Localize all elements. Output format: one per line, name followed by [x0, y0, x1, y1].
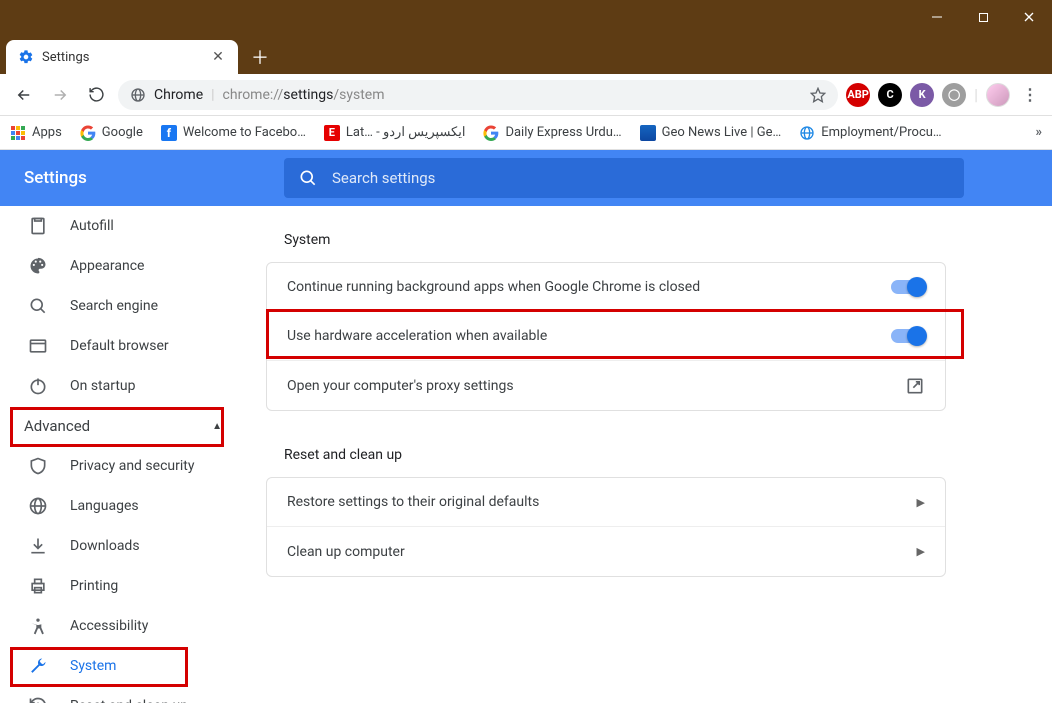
omnibox[interactable]: Chrome | chrome://settings/system: [118, 80, 838, 110]
row-cleanup-computer[interactable]: Clean up computer ▶: [267, 527, 945, 576]
express-favicon: E: [324, 125, 340, 141]
site-info-icon[interactable]: [130, 87, 146, 103]
settings-search[interactable]: [284, 158, 964, 198]
bookmark-daily-express[interactable]: Daily Express Urdu…: [483, 125, 621, 141]
sidebar-section-advanced[interactable]: Advanced ▲: [0, 406, 244, 446]
sidebar-item-languages[interactable]: Languages: [0, 486, 244, 526]
google-favicon: [483, 125, 499, 141]
url-host: Chrome: [154, 87, 203, 103]
minimize-button[interactable]: [914, 0, 960, 34]
chevron-up-icon: ▲: [212, 421, 222, 432]
row-background-apps[interactable]: Continue running background apps when Go…: [267, 263, 945, 312]
bookmark-employment[interactable]: Employment/Procu…: [799, 125, 941, 141]
reset-card: Restore settings to their original defau…: [266, 477, 946, 577]
sidebar-item-downloads[interactable]: Downloads: [0, 526, 244, 566]
extension-icon-4[interactable]: ◯: [942, 83, 966, 107]
settings-header: Settings: [0, 150, 1052, 206]
browser-toolbar: Chrome | chrome://settings/system ABP C …: [0, 74, 1052, 116]
wrench-icon: [28, 656, 48, 676]
row-restore-defaults[interactable]: Restore settings to their original defau…: [267, 478, 945, 527]
sidebar-item-system[interactable]: System: [0, 646, 244, 686]
chrome-menu-button[interactable]: ⋮: [1018, 83, 1042, 107]
tab-title: Settings: [42, 50, 89, 65]
sidebar-item-accessibility[interactable]: Accessibility: [0, 606, 244, 646]
accessibility-icon: [28, 616, 48, 636]
new-tab-button[interactable]: ＋: [246, 43, 274, 71]
bookmarks-overflow-button[interactable]: »: [1036, 125, 1043, 140]
gear-icon: [18, 49, 34, 65]
download-icon: [28, 536, 48, 556]
globe-icon: [28, 496, 48, 516]
back-button[interactable]: [10, 81, 38, 109]
bookmark-express-urdu[interactable]: E Lat… - ایکسپریس اردو: [324, 125, 466, 141]
search-icon: [28, 296, 48, 316]
extension-icon-2[interactable]: C: [878, 83, 902, 107]
bookmark-star-icon[interactable]: [810, 87, 826, 103]
shield-icon: [28, 456, 48, 476]
sidebar-item-search-engine[interactable]: Search engine: [0, 286, 244, 326]
maximize-button[interactable]: [960, 0, 1006, 34]
browser-icon: [28, 336, 48, 356]
sidebar-item-autofill[interactable]: Autofill: [0, 206, 244, 246]
palette-icon: [28, 256, 48, 276]
toggle-hardware-acceleration[interactable]: [891, 329, 925, 343]
bookmark-google[interactable]: Google: [80, 125, 143, 141]
row-proxy-settings[interactable]: Open your computer's proxy settings: [267, 361, 945, 410]
search-icon: [298, 168, 318, 188]
settings-app: Settings Autofill Appearance Search: [0, 150, 1052, 703]
sidebar-item-printing[interactable]: Printing: [0, 566, 244, 606]
close-tab-icon[interactable]: ✕: [210, 49, 226, 65]
section-title-system: System: [266, 224, 946, 262]
restore-icon: [28, 696, 48, 703]
sidebar-item-privacy[interactable]: Privacy and security: [0, 446, 244, 486]
apps-shortcut[interactable]: Apps: [10, 125, 62, 141]
browser-tab-settings[interactable]: Settings ✕: [6, 40, 238, 74]
bookmark-geo-news[interactable]: Geo News Live | Ge…: [640, 125, 782, 141]
sidebar-item-reset[interactable]: Reset and clean up: [0, 686, 244, 703]
bookmarks-bar: Apps Google f Welcome to Facebo… E Lat… …: [0, 116, 1052, 150]
extension-abp-icon[interactable]: ABP: [846, 83, 870, 107]
row-hardware-acceleration[interactable]: Use hardware acceleration when available: [267, 312, 945, 361]
sidebar-item-appearance[interactable]: Appearance: [0, 246, 244, 286]
settings-content[interactable]: System Continue running background apps …: [244, 206, 1052, 703]
settings-search-input[interactable]: [332, 169, 950, 187]
apps-grid-icon: [10, 125, 26, 141]
chevron-right-icon: ▶: [917, 496, 925, 509]
close-window-button[interactable]: [1006, 0, 1052, 34]
globe-favicon: [799, 125, 815, 141]
toggle-background-apps[interactable]: [891, 280, 925, 294]
settings-title: Settings: [24, 168, 284, 188]
autofill-icon: [28, 216, 48, 236]
external-link-icon: [905, 376, 925, 396]
bookmark-facebook[interactable]: f Welcome to Facebo…: [161, 125, 306, 141]
os-titlebar: [0, 0, 1052, 34]
forward-button[interactable]: [46, 81, 74, 109]
section-title-reset: Reset and clean up: [266, 439, 946, 477]
printer-icon: [28, 576, 48, 596]
geo-favicon: [640, 125, 656, 141]
sidebar-item-on-startup[interactable]: On startup: [0, 366, 244, 406]
reload-button[interactable]: [82, 81, 110, 109]
settings-sidebar[interactable]: Autofill Appearance Search engine Defaul…: [0, 206, 244, 703]
profile-avatar[interactable]: [986, 83, 1010, 107]
system-card: Continue running background apps when Go…: [266, 262, 946, 411]
chevron-right-icon: ▶: [917, 545, 925, 558]
google-favicon: [80, 125, 96, 141]
power-icon: [28, 376, 48, 396]
facebook-favicon: f: [161, 125, 177, 141]
sidebar-item-default-browser[interactable]: Default browser: [0, 326, 244, 366]
tab-strip: Settings ✕ ＋: [0, 34, 1052, 74]
extension-icon-3[interactable]: K: [910, 83, 934, 107]
